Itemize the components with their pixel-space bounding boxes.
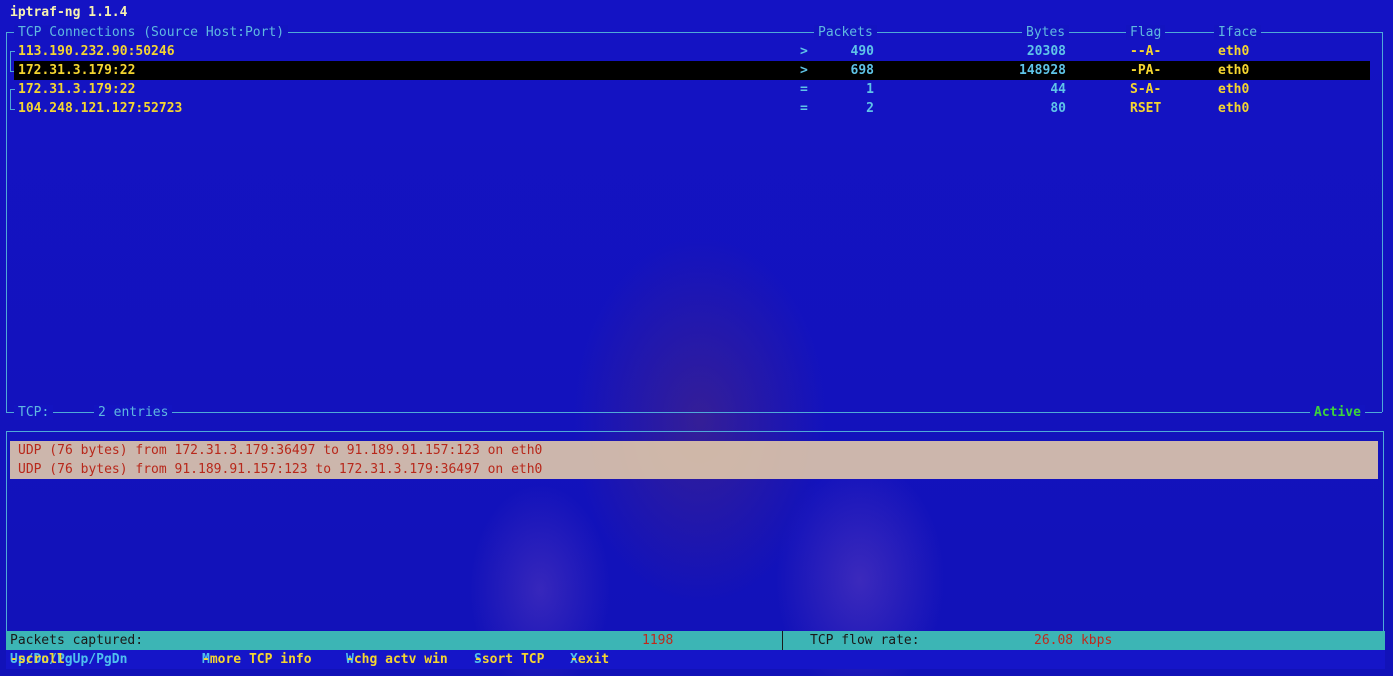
tcp-flag: RSET [1130, 101, 1162, 116]
interface: eth0 [1218, 63, 1250, 78]
interface: eth0 [1218, 101, 1250, 116]
udp-packet-entry[interactable]: UDP (76 bytes) from 91.189.91.157:123 to… [18, 460, 542, 479]
tcp-window-right-border [1382, 32, 1383, 412]
tcp-flag: -PA- [1130, 63, 1162, 78]
col-header-bytes: Bytes [1022, 23, 1070, 42]
packets-captured-value: 1198 [642, 633, 674, 648]
tcp-connection-row[interactable]: 104.248.121.127:52723 = 2 80 RSET eth0 [14, 99, 1370, 118]
byte-count: 20308 [1026, 44, 1066, 59]
app-title: iptraf-ng 1.1.4 [10, 5, 128, 20]
udp-packet-entry[interactable]: UDP (76 bytes) from 172.31.3.179:36497 t… [18, 441, 542, 460]
byte-count: 80 [1050, 101, 1066, 116]
tcp-window-title: TCP Connections (Source Host:Port) [14, 23, 289, 42]
packets-captured-label: Packets captured: [10, 633, 144, 648]
col-header-packets: Packets [814, 23, 877, 42]
source-host-port: 172.31.3.179:22 [18, 82, 136, 97]
tcp-flow-rate-value: 26.08 kbps [1034, 633, 1113, 648]
tcp-flow-rate-label: TCP flow rate: [810, 633, 920, 648]
packet-count: 698 [850, 63, 874, 78]
source-host-port: 172.31.3.179:22 [18, 63, 136, 78]
source-host-port: 113.190.232.90:50246 [18, 44, 175, 59]
terminal-window: iptraf-ng 1.1.4 TCP Connections (Source … [0, 0, 1393, 676]
tcp-flag: --A- [1130, 44, 1162, 59]
tcp-connection-row-selected[interactable]: 172.31.3.179:22 > 698 148928 -PA- eth0 [14, 61, 1370, 80]
active-window-indicator: Active [1310, 403, 1365, 422]
help-bar: Up/Dn/PgUp/PgDn -scroll M -more TCP info W… [6, 650, 1385, 669]
tcp-entry-count: 2 entries [94, 403, 173, 422]
packet-count: 1 [866, 82, 874, 97]
tcp-window-bottom-border [6, 412, 1382, 413]
tcp-flag: S-A- [1130, 82, 1162, 97]
col-header-iface: Iface [1214, 23, 1262, 42]
interface: eth0 [1218, 44, 1250, 59]
interface: eth0 [1218, 82, 1250, 97]
status-divider [782, 631, 783, 650]
tcp-footer-label: TCP: [14, 403, 54, 422]
tcp-connection-row[interactable]: 172.31.3.179:22 = 1 44 S-A- eth0 [14, 80, 1370, 99]
col-header-flag: Flag [1126, 23, 1166, 42]
packet-count: 2 [866, 101, 874, 116]
packet-count: 490 [850, 44, 874, 59]
source-host-port: 104.248.121.127:52723 [18, 101, 183, 116]
byte-count: 44 [1050, 82, 1066, 97]
tcp-window-left-border [6, 32, 7, 412]
byte-count: 148928 [1019, 63, 1066, 78]
tcp-connection-row[interactable]: 113.190.232.90:50246 > 490 20308 --A- et… [14, 42, 1370, 61]
status-bar: Packets captured: 1198 TCP flow rate: 26… [6, 631, 1385, 650]
